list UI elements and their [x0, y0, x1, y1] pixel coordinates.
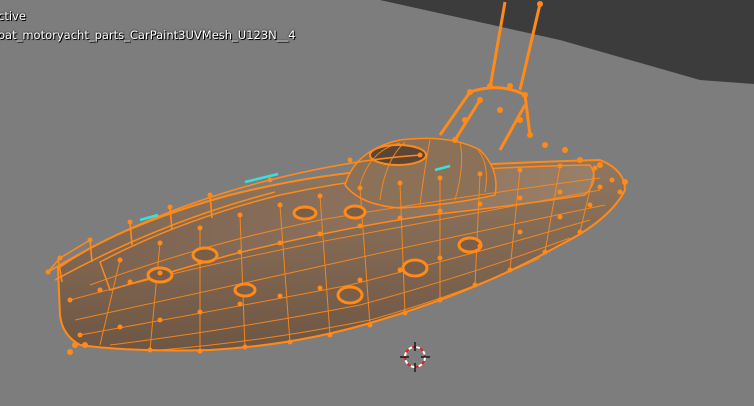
- scene-canvas[interactable]: [0, 0, 754, 406]
- active-object-name: oat_motoryacht_parts_CarPaint3UVMesh_U12…: [0, 28, 296, 42]
- antenna-tip: [537, 1, 543, 7]
- viewport-mode-label: ctive: [0, 9, 26, 23]
- boat-mesh[interactable]: [45, 1, 629, 355]
- background-plane: [380, 0, 754, 84]
- 3d-viewport[interactable]: ctive oat_motoryacht_parts_CarPaint3UVMe…: [0, 0, 754, 406]
- 3d-cursor-icon[interactable]: [400, 342, 430, 372]
